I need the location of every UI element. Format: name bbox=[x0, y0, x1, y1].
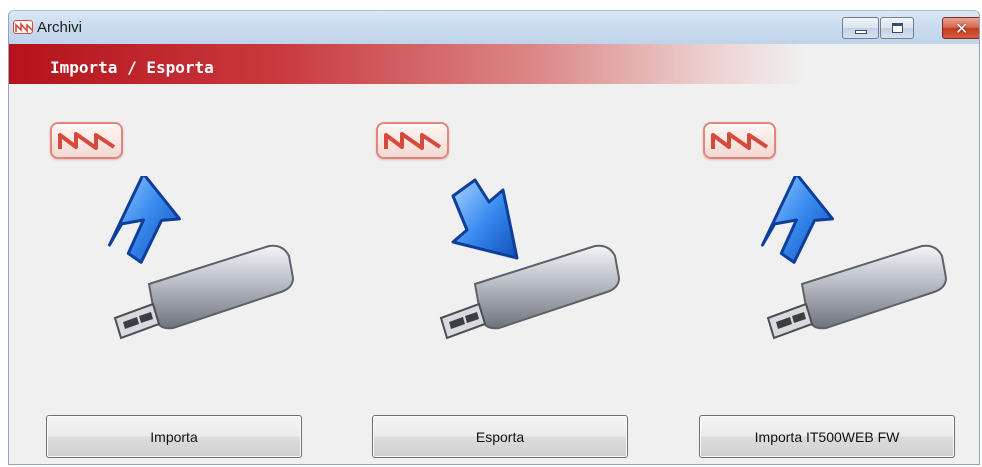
minimize-button[interactable] bbox=[842, 17, 879, 39]
brand-badge-icon bbox=[50, 122, 123, 159]
brand-badge-icon bbox=[376, 122, 449, 159]
usb-drive-icon bbox=[113, 244, 295, 340]
maximize-button[interactable] bbox=[880, 17, 914, 39]
usb-drive-icon bbox=[766, 244, 948, 340]
import-panel: Importa bbox=[23, 91, 323, 461]
app-logo-icon bbox=[13, 20, 33, 34]
minimize-icon bbox=[855, 30, 867, 34]
window-title: Archivi bbox=[37, 19, 83, 36]
title-bar[interactable]: Archivi ✕ bbox=[9, 11, 979, 44]
archivi-window: Archivi ✕ Importa / Esporta Importa Espo… bbox=[8, 10, 980, 465]
section-title: Importa / Esporta bbox=[50, 58, 214, 77]
close-button[interactable]: ✕ bbox=[942, 17, 979, 39]
export-button[interactable]: Esporta bbox=[372, 415, 628, 458]
maximize-icon bbox=[892, 23, 903, 33]
firmware-import-panel: Importa IT500WEB FW bbox=[676, 91, 976, 461]
close-icon: ✕ bbox=[955, 19, 969, 38]
usb-drive-icon bbox=[439, 244, 621, 340]
export-panel: Esporta bbox=[349, 91, 649, 461]
brand-badge-icon bbox=[703, 122, 776, 159]
import-button[interactable]: Importa bbox=[46, 415, 302, 458]
import-firmware-button[interactable]: Importa IT500WEB FW bbox=[699, 415, 955, 458]
